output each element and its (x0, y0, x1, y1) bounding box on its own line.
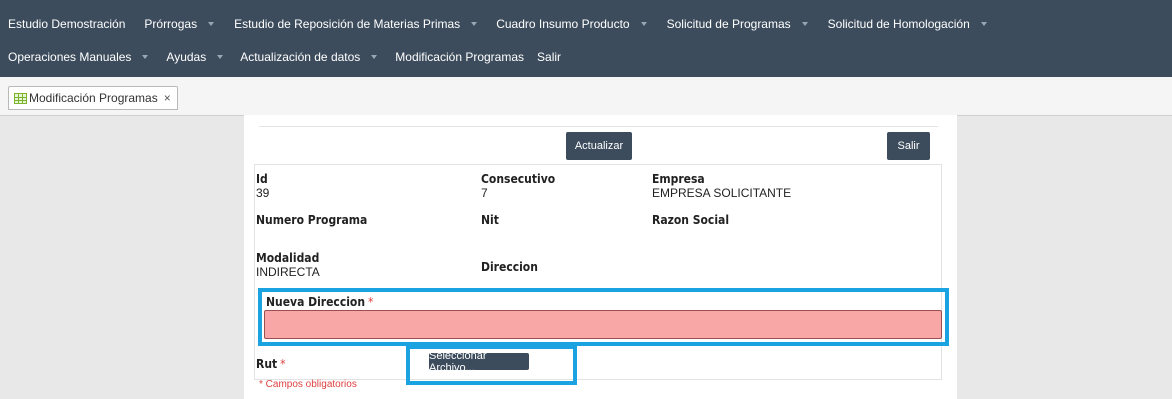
nav-prorrogas[interactable]: Prórrogas (144, 17, 215, 31)
program-details-panel (254, 164, 942, 380)
nit-label: Nit (481, 213, 499, 227)
caret-down-icon (980, 22, 987, 26)
nav-label: Estudio Demostración (8, 17, 126, 31)
nav-label: Solicitud de Programas (666, 17, 791, 31)
exit-button[interactable]: Salir (887, 132, 930, 160)
top-navbar: Estudio Demostración Prórrogas Estudio d… (0, 0, 1172, 77)
caret-down-icon (371, 55, 378, 59)
nav-label: Prórrogas (144, 17, 198, 31)
caret-down-icon (142, 55, 149, 59)
required-mark: * (368, 295, 374, 309)
tab-bar: Modificación Programas × (0, 77, 1172, 116)
nueva-direccion-label-text: Nueva Direccion (266, 295, 366, 309)
nav-actualizacion-datos[interactable]: Actualización de datos (240, 50, 378, 64)
direccion-label: Direccion (481, 260, 538, 274)
divider (259, 126, 938, 127)
nav-label: Salir (537, 50, 562, 64)
nav-salir[interactable]: Salir (537, 50, 561, 64)
nav-solicitud-programas[interactable]: Solicitud de Programas (667, 17, 808, 31)
nav-label: Cuadro Insumo Producto (496, 17, 630, 31)
close-icon[interactable]: × (164, 91, 171, 105)
select-file-button[interactable]: Seleccionar Archivo... (429, 350, 529, 374)
nav-label: Solicitud de Homologación (827, 17, 970, 31)
consecutivo-value: 7 (481, 186, 488, 200)
nav-operaciones-manuales[interactable]: Operaciones Manuales (8, 50, 149, 64)
nav-label: Modificación Programas (395, 50, 525, 64)
razon-social-label: Razon Social (652, 213, 730, 227)
required-mark: * (280, 357, 286, 371)
nav-ayudas[interactable]: Ayudas (166, 50, 224, 64)
nav-solicitud-homologacion[interactable]: Solicitud de Homologación (828, 17, 987, 31)
modalidad-value: INDIRECTA (256, 265, 320, 279)
caret-down-icon (801, 22, 808, 26)
caret-down-icon (217, 55, 224, 59)
id-value: 39 (256, 186, 270, 200)
required-fields-note: * Campos obligatorios (259, 379, 357, 390)
table-grid-icon (14, 92, 27, 104)
rut-label: Rut * (256, 357, 286, 371)
nav-label: Operaciones Manuales (8, 50, 132, 64)
modalidad-label: Modalidad (256, 251, 320, 265)
nav-label: Estudio de Reposición de Materias Primas (234, 17, 461, 31)
tab-modificacion-programas[interactable]: Modificación Programas × (8, 86, 178, 110)
form-container: Actualizar Salir Id 39 Consecutivo 7 Emp… (244, 115, 957, 399)
nav-cuadro-insumo[interactable]: Cuadro Insumo Producto (496, 17, 647, 31)
nueva-direccion-label: Nueva Direccion * (266, 295, 373, 309)
nav-estudio-demostracion[interactable]: Estudio Demostración (8, 17, 125, 31)
caret-down-icon (640, 22, 647, 26)
rut-label-text: Rut (256, 357, 278, 371)
numero-programa-label: Numero Programa (256, 213, 368, 227)
tab-label: Modificación Programas (29, 91, 158, 105)
nav-label: Ayudas (166, 50, 207, 64)
update-button[interactable]: Actualizar (566, 132, 632, 160)
nueva-direccion-input[interactable] (264, 310, 942, 339)
nav-label: Actualización de datos (240, 50, 361, 64)
nav-modificacion-programas[interactable]: Modificación Programas (395, 50, 524, 64)
nav-estudio-reposicion[interactable]: Estudio de Reposición de Materias Primas (234, 17, 478, 31)
caret-down-icon (208, 22, 215, 26)
nav-row-1: Estudio Demostración Prórrogas Estudio d… (0, 11, 987, 37)
caret-down-icon (471, 22, 478, 26)
consecutivo-label: Consecutivo (481, 172, 556, 186)
id-label: Id (256, 172, 268, 186)
empresa-value: EMPRESA SOLICITANTE (652, 186, 792, 200)
empresa-label: Empresa (652, 172, 705, 186)
nav-row-2: Operaciones Manuales Ayudas Actualizació… (0, 44, 561, 70)
